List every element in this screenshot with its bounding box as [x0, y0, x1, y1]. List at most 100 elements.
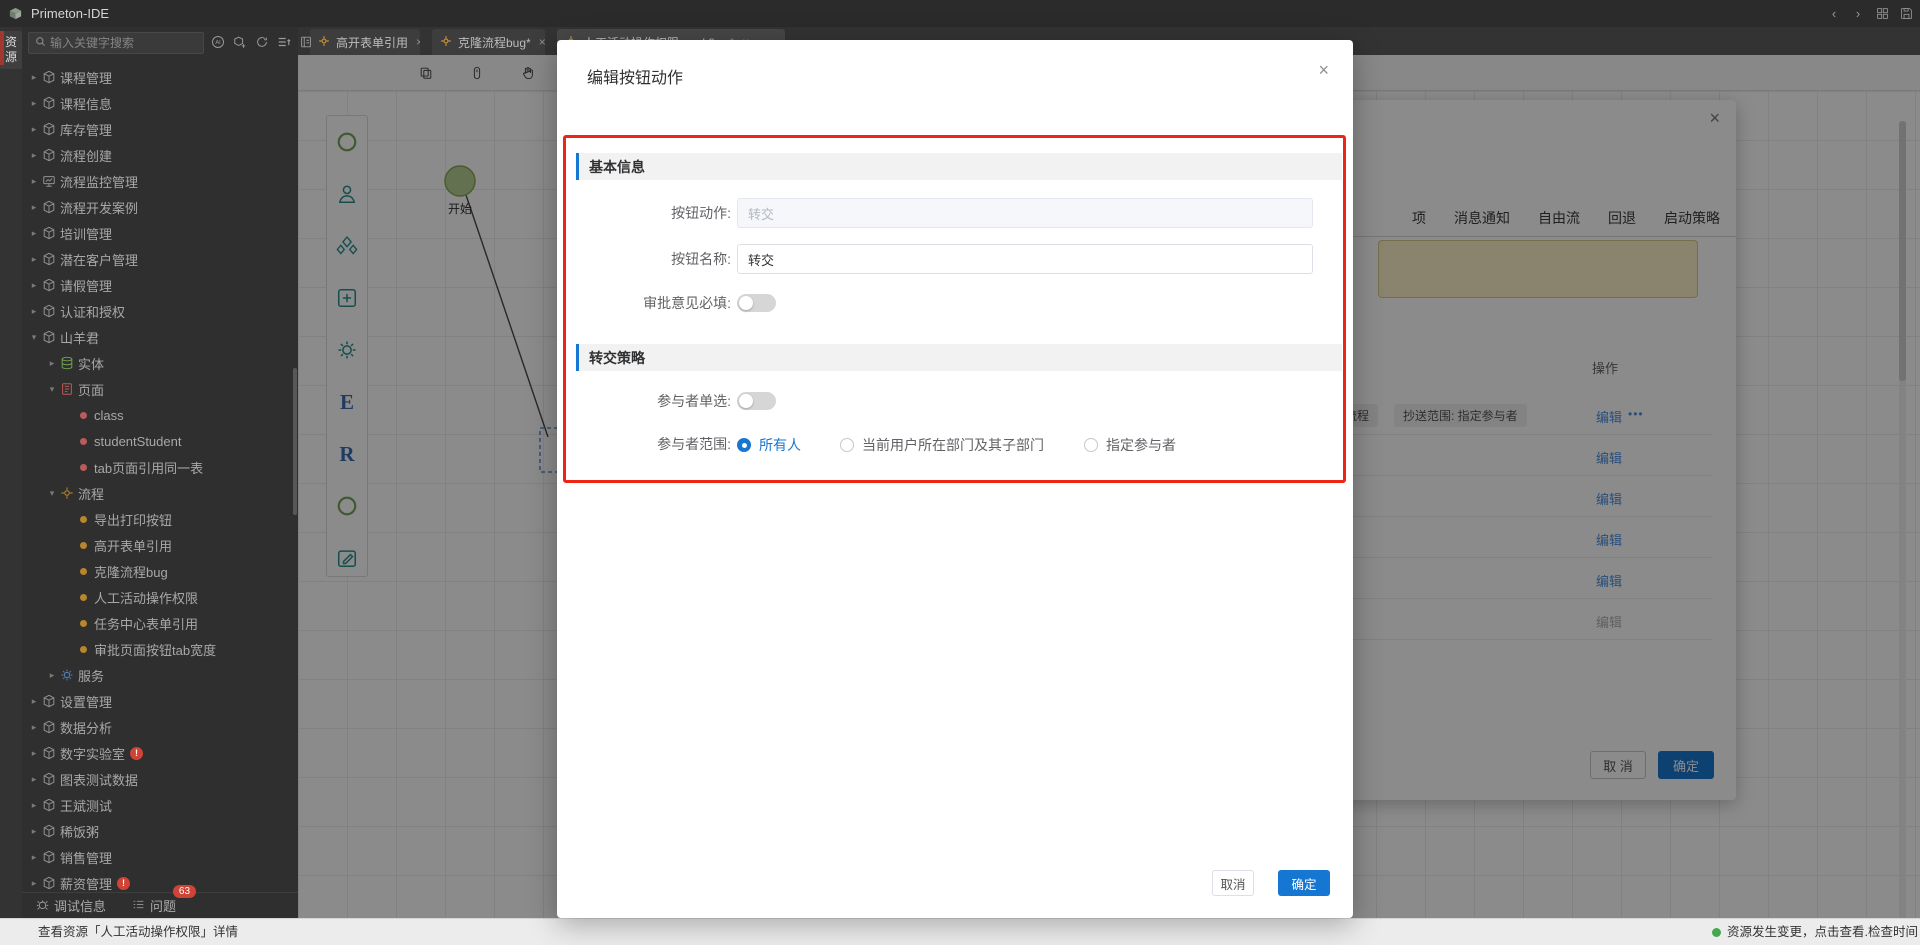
chevron-right-icon[interactable]: ▸	[46, 358, 58, 369]
tree-item[interactable]: 克隆流程bug	[22, 558, 298, 584]
search-icon	[35, 34, 46, 52]
tab-close-icon[interactable]: ×	[539, 35, 545, 49]
chevron-right-icon[interactable]: ▸	[28, 202, 40, 213]
save-icon[interactable]	[1898, 6, 1914, 22]
tree-item-label: 潜在客户管理	[60, 250, 138, 269]
button-name-input[interactable]	[737, 244, 1313, 274]
tree-item[interactable]: ▾ 山羊君	[22, 324, 298, 350]
chevron-right-icon[interactable]: ▸	[28, 696, 40, 707]
chevron-left-icon[interactable]: ‹	[1826, 6, 1842, 22]
chevron-right-icon[interactable]: ▸	[28, 98, 40, 109]
tree-item-label: 山羊君	[60, 328, 99, 347]
tree-item[interactable]: ▸实体	[22, 350, 298, 376]
radio-icon[interactable]	[840, 438, 854, 452]
tree-item[interactable]: ▸流程创建	[22, 142, 298, 168]
chevron-right-icon[interactable]: ▸	[28, 826, 40, 837]
radio-icon[interactable]	[1084, 438, 1098, 452]
resource-tree: ▸课程管理▸课程信息▸库存管理▸流程创建▸流程监控管理▸流程开发案例▸培训管理▸…	[22, 64, 298, 896]
chevron-right-icon[interactable]: ▸	[28, 254, 40, 265]
search-box[interactable]	[28, 32, 204, 54]
tree-item[interactable]: ▾页面	[22, 376, 298, 402]
comment-required-toggle[interactable]	[737, 294, 776, 312]
cancel-button[interactable]: 取消	[1212, 870, 1254, 896]
tree-item[interactable]: ▸ 潜在客户管理	[22, 246, 298, 272]
chevron-right-icon[interactable]: ▸	[28, 280, 40, 291]
outline-icon[interactable]	[276, 34, 292, 50]
search-input[interactable]	[50, 36, 180, 50]
tree-item[interactable]: ▸流程监控管理	[22, 168, 298, 194]
tree-item[interactable]: ▾流程	[22, 480, 298, 506]
tree-item[interactable]: 审批页面按钮tab宽度	[22, 636, 298, 662]
chevron-right-icon[interactable]: ▸	[28, 176, 40, 187]
chevron-right-icon[interactable]: ▸	[28, 774, 40, 785]
tree-item[interactable]: ▸请假管理	[22, 272, 298, 298]
tree-item[interactable]: ▸课程管理	[22, 64, 298, 90]
ok-button[interactable]: 确定	[1278, 870, 1330, 896]
tree-item[interactable]: ▸认证和授权	[22, 298, 298, 324]
chevron-right-icon[interactable]: ▸	[28, 878, 40, 889]
tree-item[interactable]: 人工活动操作权限	[22, 584, 298, 610]
tree-item[interactable]: ▸ 数据分析	[22, 714, 298, 740]
chevron-right-icon[interactable]: ▸	[28, 800, 40, 811]
tree-item[interactable]: ▸培训管理	[22, 220, 298, 246]
activity-bar: 资源	[0, 27, 22, 918]
tree-item[interactable]: studentStudent	[22, 428, 298, 454]
chevron-right-icon[interactable]: ▸	[46, 670, 58, 681]
tree-item[interactable]: 任务中心表单引用	[22, 610, 298, 636]
dot-orange-icon	[80, 568, 87, 575]
chevron-right-icon[interactable]: ▸	[28, 228, 40, 239]
chevron-down-icon[interactable]: ▾	[46, 384, 58, 395]
sidebar-bottom-bar: 调试信息 问题 63	[22, 892, 298, 918]
tree-item[interactable]: ▸课程信息	[22, 90, 298, 116]
export-icon[interactable]	[298, 34, 314, 50]
error-badge: !	[130, 747, 143, 760]
scope-option[interactable]: 当前用户所在部门及其子部门	[840, 435, 1044, 455]
debug-info-item[interactable]: 调试信息	[36, 896, 106, 915]
tree-item[interactable]: ▸数字实验室!	[22, 740, 298, 766]
tree-item[interactable]: class	[22, 402, 298, 428]
tree-item[interactable]: ▸流程开发案例	[22, 194, 298, 220]
dot-orange-icon	[80, 620, 87, 627]
single-select-toggle[interactable]	[737, 392, 776, 410]
close-icon[interactable]: ×	[1318, 60, 1329, 81]
chevron-right-icon[interactable]: ▸	[28, 722, 40, 733]
tree-item-label: 库存管理	[60, 120, 112, 139]
chevron-down-icon[interactable]: ▾	[46, 488, 58, 499]
chevron-right-icon[interactable]: ▸	[28, 72, 40, 83]
tree-item[interactable]: ▸图表测试数据	[22, 766, 298, 792]
status-message[interactable]: 查看资源「人工活动操作权限」详情	[38, 919, 238, 945]
radio-selected-icon[interactable]	[737, 438, 751, 452]
refresh-icon[interactable]	[254, 34, 270, 50]
tree-item-label: 数据分析	[60, 718, 112, 737]
tree-item[interactable]: ▸服务	[22, 662, 298, 688]
tree-item[interactable]: ▸设置管理	[22, 688, 298, 714]
chevron-right-icon[interactable]: ›	[1850, 6, 1866, 22]
tree-item[interactable]: ▸ 库存管理	[22, 116, 298, 142]
chevron-right-icon[interactable]: ▸	[28, 150, 40, 161]
editor-tab[interactable]: 克隆流程bug*×	[432, 29, 545, 55]
sidebar-scrollbar[interactable]	[293, 368, 297, 515]
add-cube-icon[interactable]	[232, 34, 248, 50]
chevron-right-icon[interactable]: ▸	[28, 748, 40, 759]
tree-item[interactable]: tab页面引用同一表	[22, 454, 298, 480]
tree-item[interactable]: ▸稀饭粥	[22, 818, 298, 844]
tab-close-icon[interactable]: ×	[416, 35, 420, 49]
tree-item[interactable]: ▸王斌测试	[22, 792, 298, 818]
chevron-right-icon[interactable]: ▸	[28, 124, 40, 135]
grid-icon[interactable]	[1874, 6, 1890, 22]
scope-option[interactable]: 所有人	[737, 435, 801, 455]
problems-item[interactable]: 问题 63	[132, 896, 176, 915]
ai-icon[interactable]: AI	[210, 34, 226, 50]
editor-tab[interactable]: 高开表单引用×	[310, 29, 420, 55]
chevron-right-icon[interactable]: ▸	[28, 852, 40, 863]
green-dot-icon	[1712, 928, 1721, 937]
cube-icon	[40, 225, 58, 241]
tree-item[interactable]: 高开表单引用	[22, 532, 298, 558]
chevron-down-icon[interactable]: ▾	[28, 332, 40, 343]
scope-option[interactable]: 指定参与者	[1084, 435, 1176, 455]
tree-item-label: 任务中心表单引用	[94, 614, 198, 633]
resource-change-notice[interactable]: 资源发生变更，点击查看.检查时间 17:2	[1712, 919, 1920, 945]
tree-item[interactable]: 导出打印按钮	[22, 506, 298, 532]
tree-item[interactable]: ▸销售管理	[22, 844, 298, 870]
chevron-right-icon[interactable]: ▸	[28, 306, 40, 317]
